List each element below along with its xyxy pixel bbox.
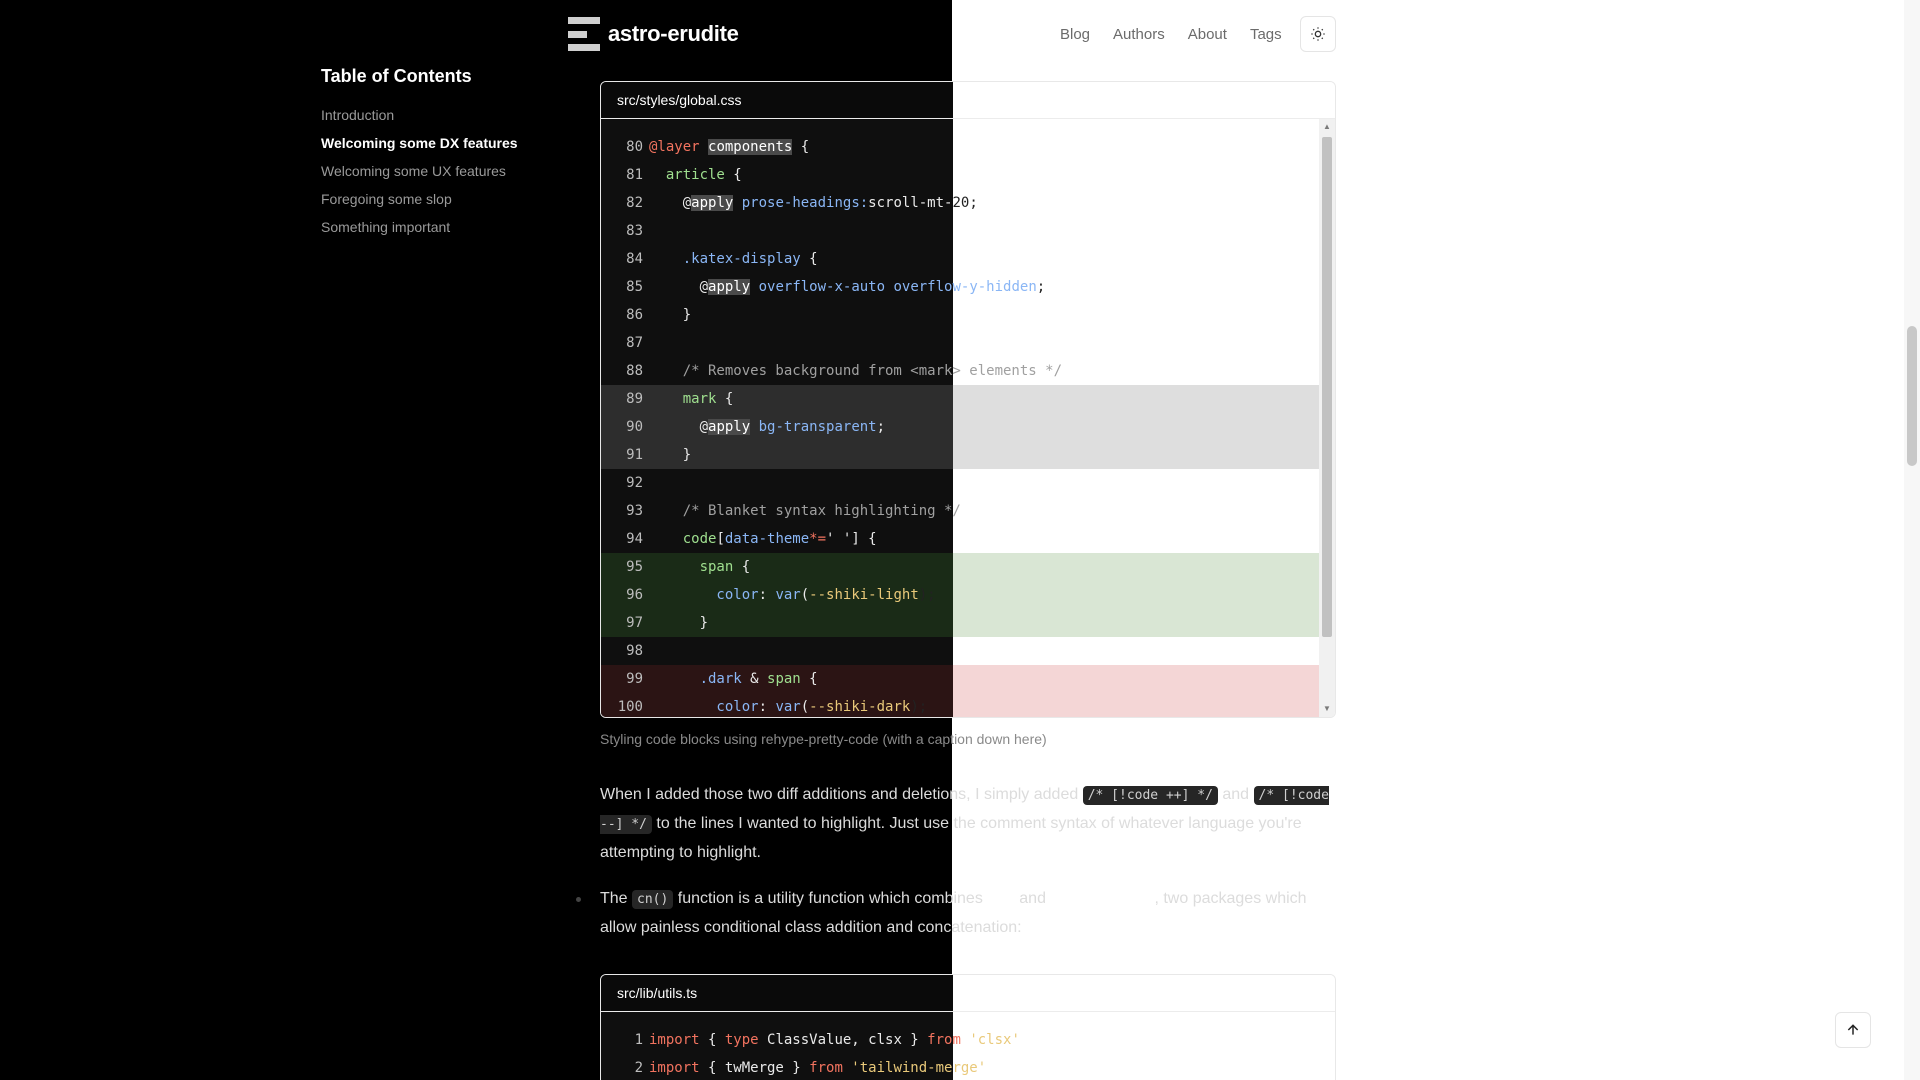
scroll-down-arrow-icon[interactable]: ▼ — [1323, 705, 1331, 713]
code-line: 83 — [626, 223, 643, 239]
code-line: 84 .katex-display { — [626, 251, 818, 267]
toc-title: Table of Contents — [321, 66, 472, 86]
page-scrollbar-thumb[interactable] — [1907, 326, 1917, 466]
code-line: 91 } — [601, 441, 1319, 469]
link-tailwind-merge[interactable]: tailwind-merge — [1050, 890, 1154, 907]
code-block-utils-ts: src/lib/utils.ts 1 import { type ClassVal… — [600, 974, 1336, 1080]
code-line: 89 mark { — [601, 385, 1319, 413]
code-block-body[interactable]: 1 import { type ClassValue, clsx } from '… — [601, 1012, 1335, 1080]
code-block-scrollbar[interactable]: ▲ ▼ — [1319, 119, 1335, 717]
code-line: 1 import { type ClassValue, clsx } from '… — [634, 1032, 1020, 1048]
code-scrollbar-thumb[interactable] — [1322, 137, 1332, 637]
code-line: 88 /* Removes background from <mark> ele… — [626, 363, 1063, 379]
list-bullet — [576, 897, 581, 902]
code-line: 96 color: var(--shiki-light); — [601, 581, 1319, 609]
code-line: 86 } — [626, 307, 692, 323]
site-logo-link[interactable]: astro-erudite — [568, 16, 739, 52]
code-line: 82 @apply prose-headings:scroll-mt-20; — [626, 195, 978, 211]
back-to-top-button[interactable] — [1835, 1012, 1871, 1048]
code-caption: Styling code blocks using rehype-pretty-… — [600, 731, 1047, 747]
link-clsx[interactable]: clsx — [987, 890, 1015, 907]
code-line: 95 span { — [601, 553, 1319, 581]
code-block-filename: src/lib/utils.ts — [601, 975, 1335, 1012]
list-item-cn-function: The cn() function is a utility function … — [600, 890, 1307, 936]
code-line: 93 /* Blanket syntax highlighting */ — [626, 503, 961, 519]
code-line: 2 import { twMerge } from 'tailwind-merge… — [634, 1060, 987, 1076]
toc-item-something-important[interactable]: Something important — [321, 213, 518, 241]
toc-item-ux-features[interactable]: Welcoming some UX features — [321, 157, 518, 185]
nav-tags[interactable]: Tags — [1250, 26, 1282, 43]
code-block-global-css: src/styles/global.css 80 @layer component… — [600, 81, 1336, 718]
code-line: 81 article { — [626, 167, 742, 183]
main-nav: Blog Authors About Tags — [1060, 16, 1305, 52]
logo-icon — [568, 17, 600, 51]
inline-code: /* [!code ++] */ — [1082, 786, 1218, 805]
code-line: 87 — [626, 335, 643, 351]
code-line: 94 code[data-theme*=' '] { — [626, 531, 877, 547]
code-block-body[interactable]: 80 @layer components { 81 article { 82 @a… — [601, 119, 1335, 717]
table-of-contents: Table of Contents Introduction Welcoming… — [321, 66, 518, 241]
toc-item-introduction[interactable]: Introduction — [321, 101, 518, 129]
code-line: 100 color: var(--shiki-dark); — [601, 693, 1319, 717]
code-line: 80 @layer components { — [626, 139, 810, 155]
code-line: 85 @apply overflow-x-auto overflow-y-hid… — [626, 279, 1046, 295]
page-scrollbar[interactable] — [1904, 0, 1920, 1080]
code-block-filename: src/styles/global.css — [601, 82, 1335, 119]
code-line: 97 } — [601, 609, 1319, 637]
sun-icon — [1311, 27, 1325, 41]
code-line: 98 — [626, 643, 643, 659]
theme-toggle-button[interactable] — [1300, 16, 1336, 52]
code-line: 92 — [626, 475, 643, 491]
site-title: astro-erudite — [608, 21, 739, 46]
code-line: 90 @apply bg-transparent; — [601, 413, 1319, 441]
nav-about[interactable]: About — [1188, 26, 1227, 43]
nav-blog[interactable]: Blog — [1060, 26, 1090, 43]
nav-authors[interactable]: Authors — [1113, 26, 1165, 43]
paragraph-diff-explanation: When I added those two diff additions an… — [600, 786, 1329, 861]
inline-code: cn() — [632, 890, 674, 909]
code-line: 99 .dark & span { — [601, 665, 1319, 693]
arrow-up-icon — [1847, 1024, 1859, 1035]
scroll-up-arrow-icon[interactable]: ▲ — [1323, 123, 1331, 131]
toc-item-dx-features[interactable]: Welcoming some DX features — [321, 129, 518, 157]
toc-item-foregoing-slop[interactable]: Foregoing some slop — [321, 185, 518, 213]
